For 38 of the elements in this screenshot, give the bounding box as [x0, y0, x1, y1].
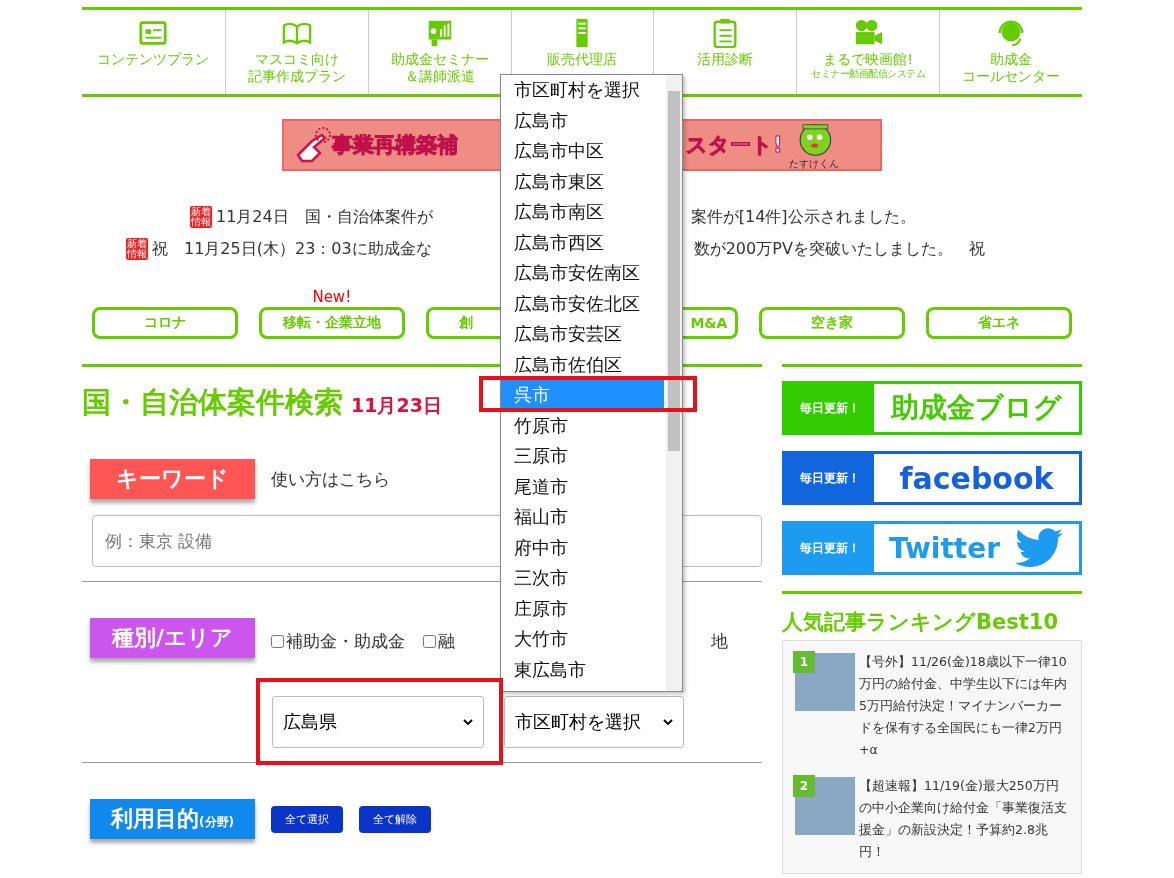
new-info-badge: 新着 情報 [126, 238, 148, 260]
nav-label: まるで映画館! [823, 51, 913, 68]
news-text: 祝 11月25日(木）23：03に助成金な [152, 238, 432, 260]
checkbox-label: 地 [711, 630, 728, 653]
mascot-name: たすけくん [788, 157, 839, 169]
rank-badge: 1 [793, 651, 815, 673]
news-text: 案件が[14件]公示されました。 [690, 206, 916, 228]
new-info-badge: 新着 情報 [190, 206, 212, 228]
daily-update-label: 毎日更新！ [785, 384, 874, 432]
checkbox-label: 補助金・助成金 [286, 630, 405, 653]
news-text: 11月24日 国・自治体案件が [216, 206, 433, 228]
date-text: 11月23日 [351, 393, 442, 418]
nav-label: 助成金セミナー [390, 51, 489, 68]
type-area-heading: 種別/エリア [90, 618, 255, 658]
nav-label: コンテンツプラン [97, 51, 210, 68]
banner-text: スタート! [686, 132, 783, 159]
nav-label: 記事作成プラン [247, 68, 346, 85]
nav-label: ＆講師派遣 [404, 68, 475, 85]
nav-label: 助成金 [990, 51, 1033, 68]
nav-label: マスコミ向け [254, 51, 339, 68]
nav-label: 活用診断 [697, 51, 754, 68]
daily-update-label: 毎日更新！ [785, 454, 874, 502]
nav-label: 販売代理店 [547, 51, 618, 68]
new-label: New! [312, 287, 352, 307]
page-title: 国・自治体案件検索 [82, 384, 343, 421]
daily-update-label: 毎日更新！ [785, 524, 874, 572]
nav-label: コールセンター [962, 68, 1061, 85]
nav-sublabel: セミナー動画配信システム [811, 68, 926, 80]
rank-badge: 2 [793, 775, 815, 797]
keyword-heading: キーワード [90, 459, 255, 499]
news-text: 数が200万PVを突破いたしました。 祝 [693, 238, 985, 260]
banner-text: 事業再構築補 [332, 132, 458, 159]
purpose-heading: 利用目的(分野) [90, 799, 255, 839]
banner-label: Twitter [887, 531, 1002, 565]
banner-label: 助成金ブログ [890, 390, 1063, 426]
banner-label: facebook [898, 460, 1055, 496]
ranking-title: 人気記事ランキングBest10 [782, 609, 1059, 636]
checkbox-label: 融 [438, 630, 455, 653]
